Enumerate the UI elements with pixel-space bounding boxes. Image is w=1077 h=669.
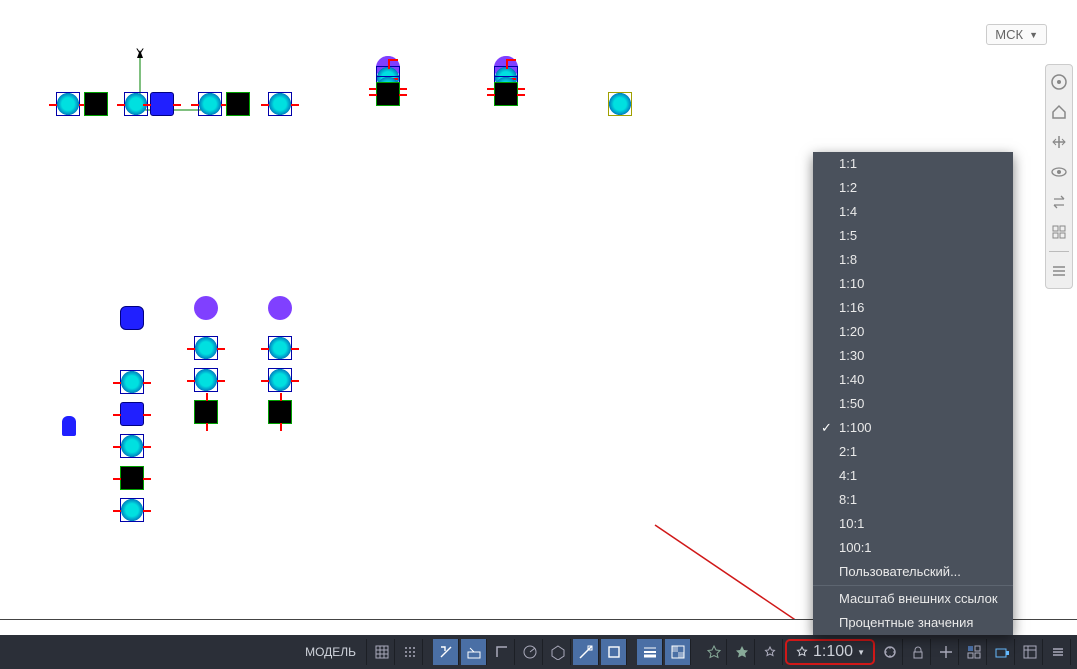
scale-menu-item[interactable]: 100:1: [813, 536, 1013, 560]
plan-symbol: [376, 82, 400, 106]
plan-group: [268, 296, 292, 424]
plan-symbol: [150, 92, 174, 116]
snap-toggle[interactable]: [397, 639, 423, 665]
otrack-toggle[interactable]: [573, 639, 599, 665]
annotation-autoscale-icon[interactable]: [729, 639, 755, 665]
annotation-scale-addauto-icon[interactable]: [757, 639, 783, 665]
plan-symbol: [268, 92, 292, 116]
swap-views-icon[interactable]: [1048, 191, 1070, 213]
plan-symbol: [120, 434, 144, 458]
plan-group: [120, 306, 144, 522]
model-label: МОДЕЛЬ: [305, 645, 356, 659]
scale-menu-xref[interactable]: Масштаб внешних ссылок: [813, 587, 1013, 611]
annotation-scale-button[interactable]: 1:100 ▼: [785, 639, 875, 665]
plan-symbol: [198, 92, 222, 116]
orbit-icon[interactable]: [1048, 161, 1070, 183]
plan-symbol: [268, 368, 292, 392]
annotation-monitor-lock-icon[interactable]: [905, 639, 931, 665]
scale-menu-item[interactable]: 1:8: [813, 248, 1013, 272]
plan-symbol: [494, 82, 518, 106]
grid-toggle[interactable]: [369, 639, 395, 665]
scale-menu-percent[interactable]: Процентные значения: [813, 611, 1013, 635]
plan-symbol: [120, 306, 144, 330]
customization-icon[interactable]: [1045, 639, 1071, 665]
scale-menu-custom[interactable]: Пользовательский...: [813, 560, 1013, 584]
clean-screen-icon[interactable]: [1017, 639, 1043, 665]
plan-symbol: [120, 466, 144, 490]
annotation-scale-value: 1:100: [813, 643, 853, 661]
workspace-switching-icon[interactable]: [877, 639, 903, 665]
scale-menu-item[interactable]: 1:2: [813, 176, 1013, 200]
hardware-accel-icon[interactable]: [989, 639, 1015, 665]
plan-symbol: [56, 92, 80, 116]
axis-y-label: Y: [136, 46, 144, 60]
scale-menu-item[interactable]: 1:4: [813, 200, 1013, 224]
osnap-toggle[interactable]: [601, 639, 627, 665]
polar-toggle[interactable]: [517, 639, 543, 665]
scale-menu-item[interactable]: 1:30: [813, 344, 1013, 368]
scale-menu-item[interactable]: 2:1: [813, 440, 1013, 464]
plan-symbol: [268, 400, 292, 424]
transparency-toggle[interactable]: [665, 639, 691, 665]
annotation-monitor-icon[interactable]: [701, 639, 727, 665]
scale-menu-item[interactable]: 1:10: [813, 272, 1013, 296]
plan-symbol: [194, 368, 218, 392]
pan-icon[interactable]: [1048, 131, 1070, 153]
plan-group: [194, 296, 218, 424]
plan-symbol: [268, 296, 292, 320]
ucs-selector-label: МСК: [995, 27, 1023, 42]
model-button[interactable]: МОДЕЛЬ: [295, 639, 367, 665]
plan-symbol: [268, 336, 292, 360]
lineweight-toggle[interactable]: [637, 639, 663, 665]
iso-toggle[interactable]: [545, 639, 571, 665]
plan-symbol: [608, 92, 632, 116]
plan-symbol: [84, 92, 108, 116]
navigation-bar: [1045, 64, 1073, 289]
scale-menu-item[interactable]: 4:1: [813, 464, 1013, 488]
scale-menu-item[interactable]: 1:40: [813, 368, 1013, 392]
plan-symbol: [194, 400, 218, 424]
scale-menu-item[interactable]: 8:1: [813, 488, 1013, 512]
views-icon[interactable]: [1048, 221, 1070, 243]
scale-menu-item[interactable]: 1:20: [813, 320, 1013, 344]
plan-symbol: [62, 416, 76, 436]
ucs-selector[interactable]: МСК ▼: [986, 24, 1047, 45]
compass-icon[interactable]: [1048, 71, 1070, 93]
scale-menu-item[interactable]: 1:50: [813, 392, 1013, 416]
plan-symbol: [226, 92, 250, 116]
annoscale-icon: [795, 645, 809, 659]
isolate-objects-icon[interactable]: [961, 639, 987, 665]
home-icon[interactable]: [1048, 101, 1070, 123]
status-bar: МОДЕЛЬ 1:100 ▼: [0, 635, 1077, 669]
ortho-toggle[interactable]: [489, 639, 515, 665]
chevron-down-icon: ▼: [857, 648, 865, 657]
scale-menu: 1:11:21:41:51:81:101:161:201:301:401:501…: [813, 152, 1013, 635]
scale-menu-item[interactable]: 1:5: [813, 224, 1013, 248]
ucs-icon: Y: [130, 50, 220, 130]
chevron-down-icon: ▼: [1029, 30, 1038, 40]
menu-icon[interactable]: [1048, 260, 1070, 282]
scale-menu-item[interactable]: 10:1: [813, 512, 1013, 536]
scale-menu-item[interactable]: 1:1: [813, 152, 1013, 176]
dynamic-input-toggle[interactable]: [461, 639, 487, 665]
plan-symbol: [120, 370, 144, 394]
target-icon[interactable]: [933, 639, 959, 665]
plan-symbol: [194, 296, 218, 320]
infer-toggle[interactable]: [433, 639, 459, 665]
scale-menu-item[interactable]: 1:16: [813, 296, 1013, 320]
scale-menu-item[interactable]: 1:100: [813, 416, 1013, 440]
plan-symbol: [120, 402, 144, 426]
plan-symbol: [120, 498, 144, 522]
plan-symbol: [194, 336, 218, 360]
